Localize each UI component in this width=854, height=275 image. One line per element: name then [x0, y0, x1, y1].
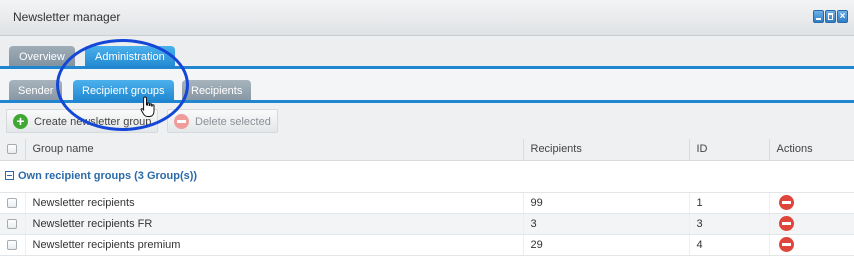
- create-newsletter-group-label: Create newsletter group: [34, 116, 152, 128]
- row-select-cell: [0, 234, 26, 256]
- column-header-recipients[interactable]: Recipients: [523, 139, 690, 161]
- column-header-actions: Actions: [769, 139, 854, 161]
- table-header-row: Group name Recipients ID Actions: [0, 139, 854, 161]
- minus-icon: [174, 114, 189, 129]
- delete-row-icon[interactable]: [778, 237, 794, 252]
- column-header-id[interactable]: ID: [689, 139, 770, 161]
- row-checkbox[interactable]: [7, 197, 18, 208]
- group-name-cell: Newsletter recipients: [25, 192, 524, 214]
- collapse-icon[interactable]: [5, 171, 14, 180]
- group-name-cell: Newsletter recipients FR: [25, 213, 524, 235]
- delete-selected-label: Delete selected: [195, 116, 271, 128]
- tab-recipient-groups[interactable]: Recipient groups: [73, 80, 174, 102]
- row-checkbox[interactable]: [7, 218, 18, 229]
- minimize-icon[interactable]: [813, 10, 824, 23]
- sub-tab-strip: Sender Recipient groups Recipients: [0, 69, 854, 104]
- recipients-cell: 29: [523, 234, 690, 256]
- toolbar: + Create newsletter group Delete selecte…: [0, 103, 854, 139]
- actions-cell: [769, 192, 854, 214]
- actions-cell: [769, 213, 854, 235]
- plus-icon: +: [13, 114, 28, 129]
- maximize-icon[interactable]: [825, 10, 836, 23]
- recipients-cell: 3: [523, 213, 690, 235]
- select-all-cell: [0, 139, 26, 161]
- row-select-cell: [0, 192, 26, 214]
- delete-row-icon[interactable]: [778, 195, 794, 210]
- create-newsletter-group-button[interactable]: + Create newsletter group: [6, 109, 159, 133]
- hand-cursor-icon: [140, 96, 155, 117]
- close-icon[interactable]: ×: [837, 10, 848, 23]
- actions-cell: [769, 234, 854, 256]
- window-controls: ×: [813, 10, 848, 23]
- row-checkbox[interactable]: [7, 239, 18, 250]
- id-cell: 1: [689, 192, 770, 214]
- table-row[interactable]: Newsletter recipients premium 29 4: [0, 234, 854, 256]
- select-all-checkbox[interactable]: [7, 144, 18, 155]
- group-header-label: Own recipient groups (3 Group(s)): [18, 170, 198, 182]
- window-titlebar: Newsletter manager ×: [0, 0, 854, 36]
- recipient-groups-table: Group name Recipients ID Actions Own rec…: [0, 139, 854, 256]
- group-header-cell: Own recipient groups (3 Group(s)): [0, 160, 854, 193]
- table-row[interactable]: Newsletter recipients FR 3 3: [0, 213, 854, 235]
- window-title: Newsletter manager: [13, 10, 121, 24]
- column-header-group-name[interactable]: Group name: [25, 139, 524, 161]
- group-header-row[interactable]: Own recipient groups (3 Group(s)): [0, 160, 854, 193]
- delete-selected-button[interactable]: Delete selected: [167, 109, 278, 133]
- table-row[interactable]: Newsletter recipients 99 1: [0, 192, 854, 214]
- id-cell: 4: [689, 234, 770, 256]
- recipients-cell: 99: [523, 192, 690, 214]
- delete-row-icon[interactable]: [778, 216, 794, 231]
- row-select-cell: [0, 213, 26, 235]
- id-cell: 3: [689, 213, 770, 235]
- main-tab-strip: Overview Administration: [0, 36, 854, 69]
- tab-recipients[interactable]: Recipients: [182, 80, 252, 102]
- group-name-cell: Newsletter recipients premium: [25, 234, 524, 256]
- tab-sender[interactable]: Sender: [9, 80, 63, 102]
